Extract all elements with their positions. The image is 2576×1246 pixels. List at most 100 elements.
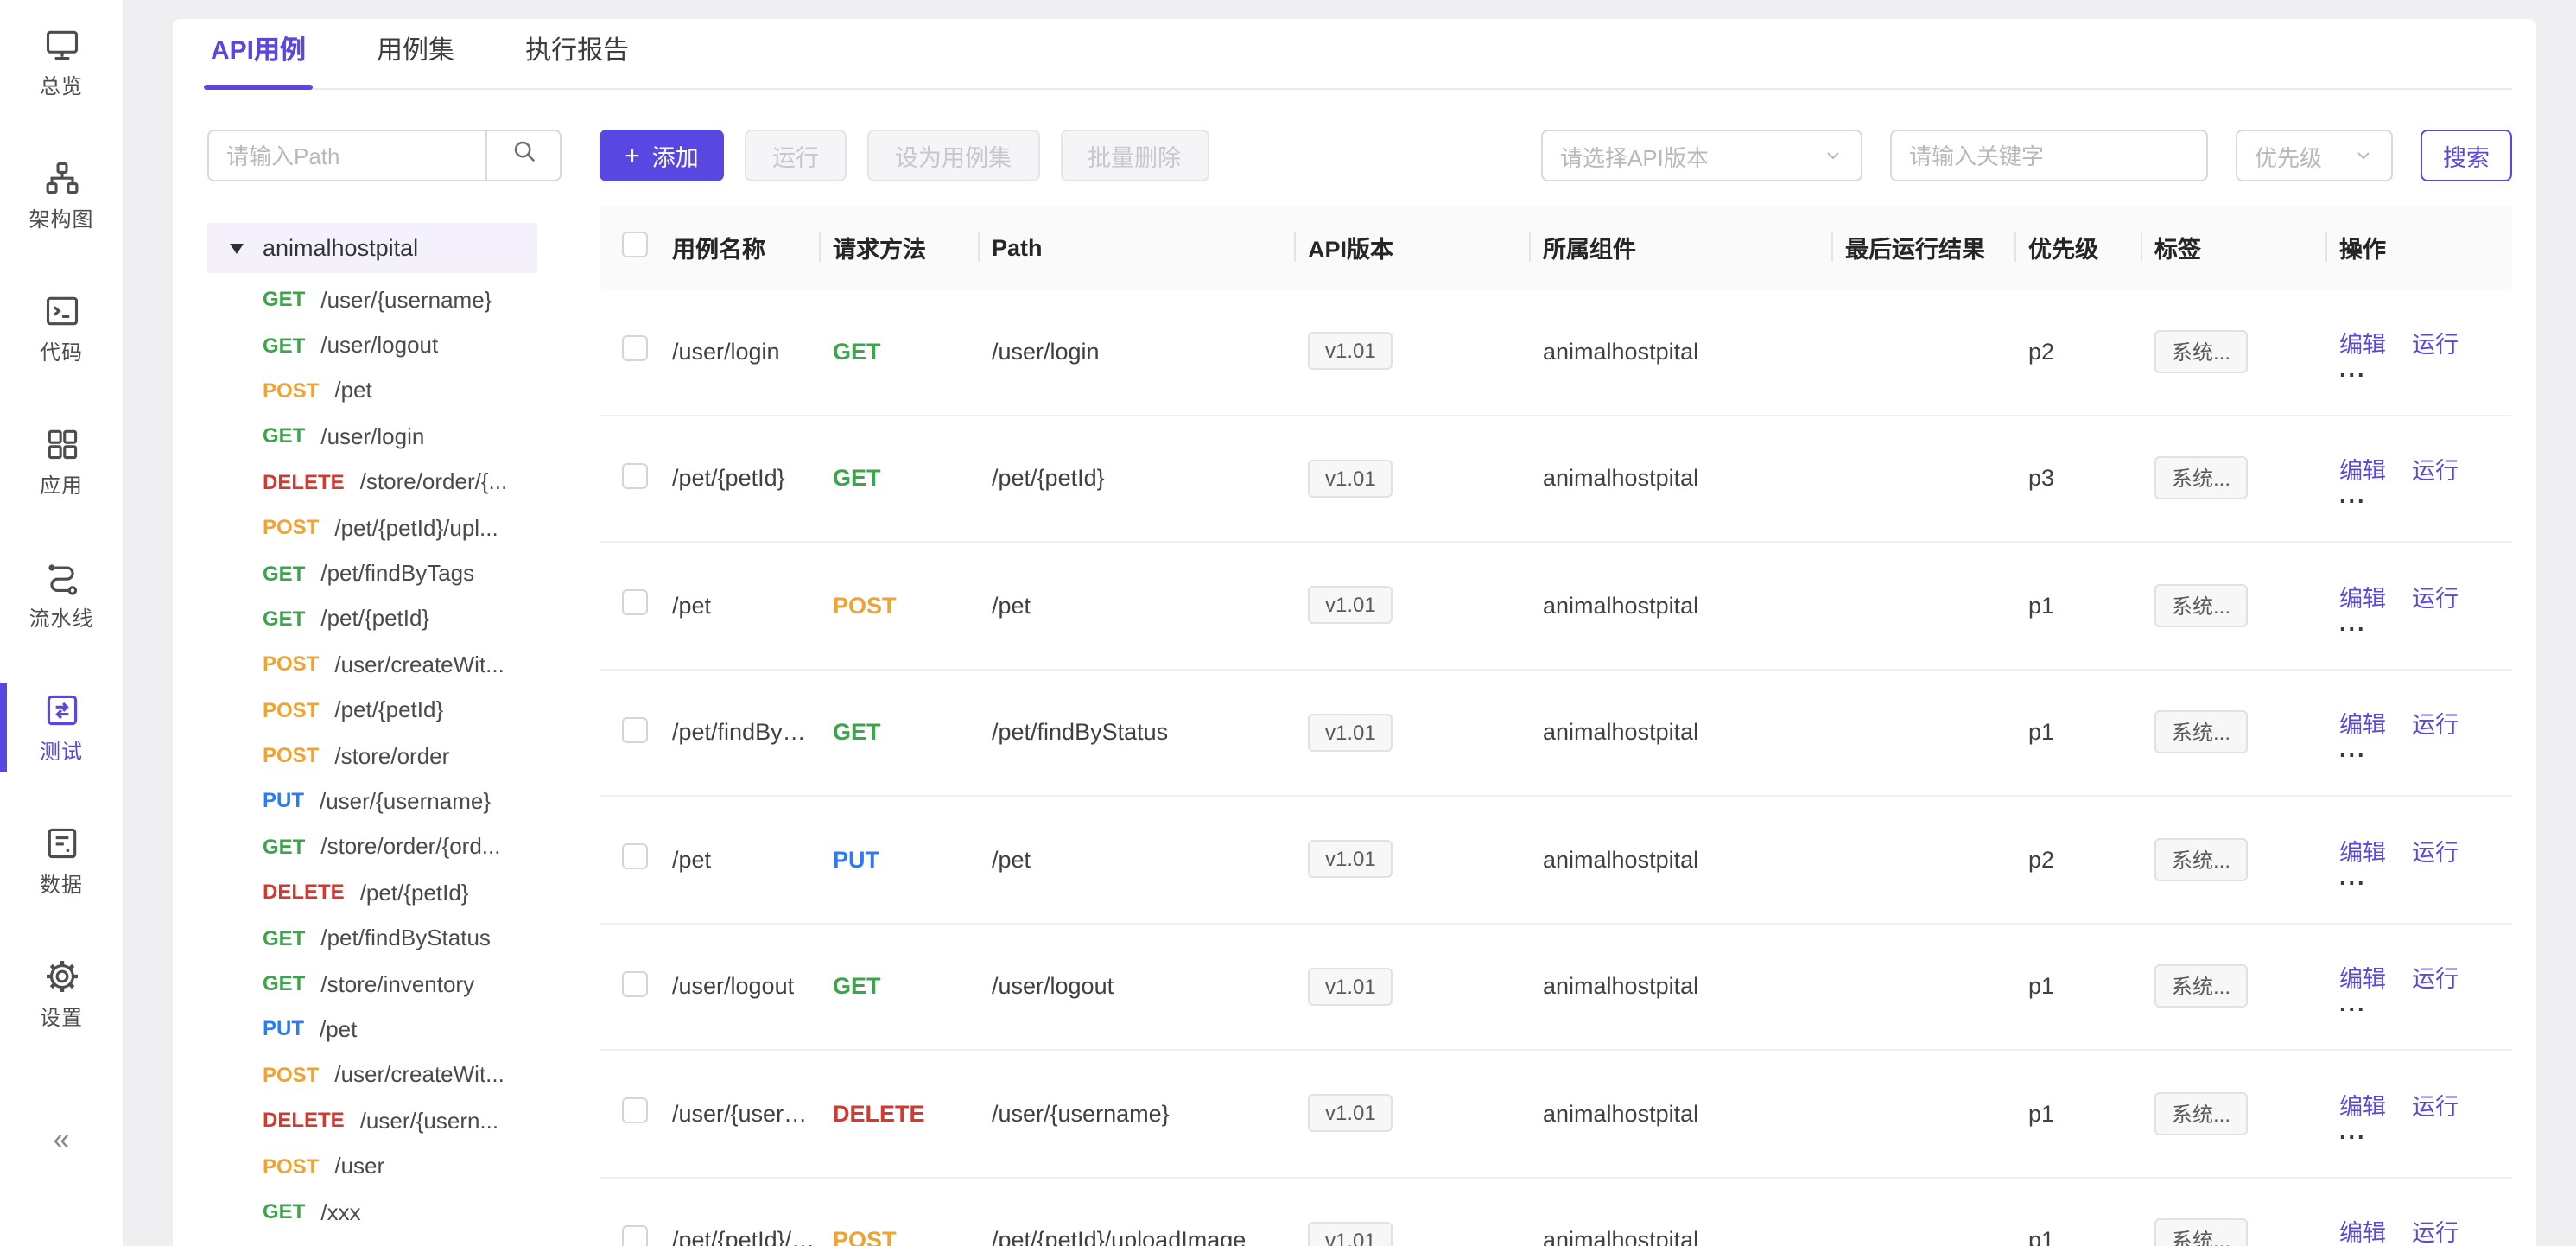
row-checkbox[interactable]	[622, 463, 648, 489]
edit-link[interactable]: 编辑	[2339, 452, 2386, 486]
search-button[interactable]: 搜索	[2421, 130, 2512, 181]
api-version-badge: v1.01	[1308, 460, 1393, 498]
cell-component: animalhostpital	[1543, 466, 1845, 492]
sidebar-item-应用[interactable]: 应用	[0, 423, 124, 499]
tab-用例集[interactable]: 用例集	[373, 31, 458, 88]
endpoint-path-label: /pet/{petId}	[334, 696, 443, 722]
path-search-input[interactable]	[209, 131, 485, 180]
sidebar-item-测试[interactable]: 测试	[0, 690, 124, 766]
more-actions-button[interactable]: ...	[2339, 615, 2498, 633]
more-actions-button[interactable]: ...	[2339, 488, 2498, 505]
tree-root-node[interactable]: animalhostpital	[207, 223, 537, 273]
more-actions-button[interactable]: ...	[2339, 361, 2498, 378]
tab-API用例[interactable]: API用例	[207, 31, 309, 88]
tag-badge: 系统...	[2154, 584, 2248, 627]
more-actions-button[interactable]: ...	[2339, 1123, 2498, 1141]
endpoint-path-label: /pet/findByTags	[320, 560, 474, 586]
sidebar-item-代码[interactable]: 代码	[0, 290, 124, 366]
cell-component: animalhostpital	[1543, 1101, 1845, 1127]
add-button[interactable]: + 添加	[600, 130, 724, 181]
tree-endpoint-item[interactable]: POST /user	[207, 1143, 562, 1189]
row-checkbox[interactable]	[622, 844, 648, 870]
sidebar-item-流水线[interactable]: 流水线	[0, 556, 124, 633]
row-checkbox[interactable]	[622, 1098, 648, 1124]
tree-endpoint-item[interactable]: PUT /pet	[207, 1007, 562, 1052]
tree-endpoint-item[interactable]: GET /pet/{petId}	[207, 595, 562, 641]
tree-endpoint-item[interactable]: POST /store/order	[207, 733, 562, 779]
edit-link[interactable]: 编辑	[2339, 325, 2386, 359]
more-actions-button[interactable]: ...	[2339, 869, 2498, 887]
collapse-sidebar-button[interactable]: «	[54, 1123, 70, 1158]
tree-endpoint-item[interactable]: POST /pet/{petId}	[207, 687, 562, 733]
sidebar-item-设置[interactable]: 设置	[0, 956, 124, 1032]
caret-down-icon	[230, 243, 244, 253]
cell-actions: 编辑 运行 ...	[2339, 960, 2512, 1014]
row-checkbox[interactable]	[622, 1225, 648, 1246]
toolbar: + 添加 运行 设为用例集 批量删除 请选择API版本	[600, 130, 2512, 181]
tab-执行报告[interactable]: 执行报告	[522, 31, 632, 88]
tree-endpoint-item[interactable]: POST /pet	[207, 368, 562, 414]
more-actions-button[interactable]: ...	[2339, 742, 2498, 760]
tree-endpoint-item[interactable]: GET /store/inventory	[207, 961, 562, 1007]
edit-link[interactable]: 编辑	[2339, 833, 2386, 868]
edit-link[interactable]: 编辑	[2339, 1087, 2386, 1122]
col-tag: 标签	[2154, 230, 2339, 264]
batch-delete-button[interactable]: 批量删除	[1060, 130, 1209, 181]
edit-link[interactable]: 编辑	[2339, 579, 2386, 613]
http-method-label: POST	[263, 378, 319, 403]
select-all-checkbox[interactable]	[622, 232, 648, 257]
tree-endpoint-item[interactable]: GET /store/order/{ord...	[207, 823, 562, 869]
tree-endpoint-item[interactable]: POST /user/createWit...	[207, 641, 562, 687]
path-search-button[interactable]	[485, 131, 560, 180]
run-link[interactable]: 运行	[2412, 1087, 2459, 1122]
more-actions-button[interactable]: ...	[2339, 996, 2498, 1014]
pipeline-icon	[41, 556, 82, 598]
keyword-input[interactable]	[1909, 143, 2189, 168]
tree-endpoint-item[interactable]: GET /pet/findByTags	[207, 550, 562, 596]
api-version-select[interactable]: 请选择API版本	[1541, 130, 1862, 181]
cell-priority: p2	[2028, 847, 2154, 873]
sidebar-item-数据[interactable]: 数据	[0, 823, 124, 899]
http-method-label: GET	[263, 835, 305, 859]
row-checkbox[interactable]	[622, 717, 648, 743]
tree-endpoint-item[interactable]: GET /pet/findByStatus	[207, 915, 562, 961]
col-path: Path	[992, 234, 1308, 260]
sidebar-items: 总览 架构图 代码 应用 流水线 测试 数据 设置	[0, 24, 124, 1032]
row-checkbox[interactable]	[622, 590, 648, 616]
tree-endpoint-item[interactable]: PUT /user/{username}	[207, 779, 562, 824]
run-link[interactable]: 运行	[2412, 960, 2459, 995]
tree-endpoint-item[interactable]: DELETE /store/order/{...	[207, 459, 562, 505]
sidebar-item-总览[interactable]: 总览	[0, 24, 124, 100]
tree-endpoint-item[interactable]: POST /pet/{petId}/upl...	[207, 505, 562, 550]
tree-endpoint-item[interactable]: GET /xxx	[207, 1189, 562, 1235]
edit-link[interactable]: 编辑	[2339, 706, 2386, 741]
run-link[interactable]: 运行	[2412, 579, 2459, 613]
data-icon	[41, 823, 82, 864]
tree-endpoint-item[interactable]: GET /user/{username}	[207, 277, 562, 322]
tree-endpoint-item[interactable]: POST /user/createWit...	[207, 1052, 562, 1097]
tree-endpoint-item[interactable]: DELETE /pet/{petId}	[207, 869, 562, 915]
set-suite-button[interactable]: 设为用例集	[867, 130, 1039, 181]
http-method-label: DELETE	[263, 470, 345, 494]
tree-endpoint-item[interactable]: GET /user/logout	[207, 322, 562, 368]
priority-select[interactable]: 优先级	[2236, 130, 2393, 181]
http-method-label: GET	[263, 424, 305, 448]
run-link[interactable]: 运行	[2412, 452, 2459, 486]
edit-link[interactable]: 编辑	[2339, 1214, 2386, 1246]
row-checkbox[interactable]	[622, 336, 648, 362]
row-checkbox[interactable]	[622, 971, 648, 997]
run-link[interactable]: 运行	[2412, 706, 2459, 741]
api-version-badge: v1.01	[1308, 1095, 1393, 1133]
run-link[interactable]: 运行	[2412, 1214, 2459, 1246]
sidebar-item-架构图[interactable]: 架构图	[0, 157, 124, 233]
run-link[interactable]: 运行	[2412, 325, 2459, 359]
tree-endpoint-item[interactable]: DELETE /user/{usern...	[207, 1097, 562, 1143]
endpoint-path-label: /user/{username}	[320, 286, 492, 312]
tree-endpoint-item[interactable]: GET /user/login	[207, 413, 562, 459]
cell-component: animalhostpital	[1543, 974, 1845, 1000]
run-button[interactable]: 运行	[745, 130, 847, 181]
app-root: 总览 架构图 代码 应用 流水线 测试 数据 设置 « API用例 用例集 执行…	[0, 0, 2576, 1246]
endpoint-path-label: /user/login	[320, 423, 424, 449]
edit-link[interactable]: 编辑	[2339, 960, 2386, 995]
run-link[interactable]: 运行	[2412, 833, 2459, 868]
